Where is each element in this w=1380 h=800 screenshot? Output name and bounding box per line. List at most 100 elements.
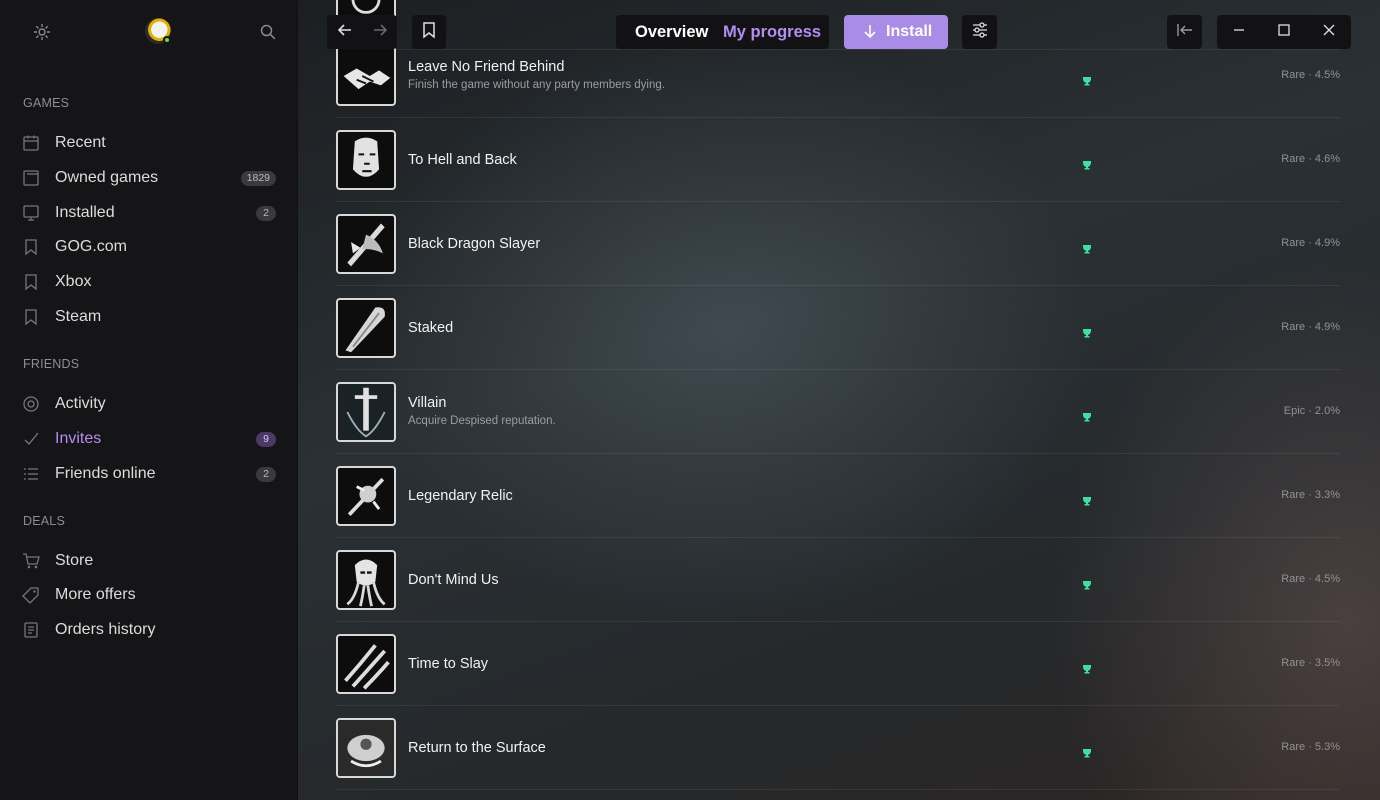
filter-settings-button[interactable]	[962, 15, 997, 49]
count-badge: 1829	[240, 171, 276, 186]
sidebar-item-label: Invites	[55, 430, 102, 447]
sidebar-item-label: Xbox	[55, 273, 92, 290]
sidebar-item-recent[interactable]: Recent	[0, 126, 298, 160]
game-tabs: Overview My progress	[616, 15, 829, 49]
handshake-icon	[336, 46, 396, 106]
achievement-row[interactable]: Villain Acquire Despised reputation. Epi…	[336, 370, 1340, 454]
count-badge: 2	[256, 206, 276, 221]
sidebar-item-label: Owned games	[55, 169, 159, 186]
trophy-icon	[1082, 325, 1092, 338]
achievement-row[interactable]: Staked Rare · 4.9%	[336, 286, 1340, 370]
collapse-panel-button[interactable]	[1167, 15, 1202, 49]
sidebar-item-activity[interactable]: Activity	[0, 387, 298, 421]
sidebar-item-label: More offers	[55, 586, 136, 603]
bookmark-icon	[420, 21, 438, 44]
target-icon	[22, 395, 40, 413]
count-badge: 2	[256, 467, 276, 482]
sidebar-item-installed[interactable]: Installed 2	[0, 196, 298, 230]
mindflayer-icon	[336, 550, 396, 610]
achievement-name: Don't Mind Us	[408, 572, 499, 588]
check-icon	[22, 430, 40, 448]
search-icon[interactable]	[258, 22, 278, 42]
section-title-friends: FRIENDS	[23, 357, 80, 371]
bookmark-button[interactable]	[412, 15, 446, 49]
dragon-icon	[336, 214, 396, 274]
history-nav	[327, 15, 397, 49]
trophy-icon	[1082, 157, 1092, 170]
maximize-icon	[1277, 23, 1291, 42]
forward-button[interactable]	[362, 15, 397, 49]
bookmark-group	[412, 15, 446, 49]
achievement-name: Time to Slay	[408, 656, 489, 672]
sidebar-item-label: Activity	[55, 395, 106, 412]
achievement-name: Return to the Surface	[408, 740, 546, 756]
download-icon	[862, 24, 878, 40]
achievement-row[interactable]: Legendary Relic Rare · 3.3%	[336, 454, 1340, 538]
sidebar-item-orders-history[interactable]: Orders history	[0, 613, 298, 647]
section-title-deals: DEALS	[23, 514, 65, 528]
achievement-rarity: Rare · 4.5%	[1281, 69, 1340, 81]
sword-icon	[336, 382, 396, 442]
achievement-row[interactable]: Time to Slay Rare · 3.5%	[336, 622, 1340, 706]
sidebar-item-label: Recent	[55, 134, 106, 151]
minimize-button[interactable]	[1217, 15, 1261, 49]
close-icon	[1322, 23, 1336, 42]
trophy-icon	[1082, 661, 1092, 674]
sidebar-item-friends-online[interactable]: Friends online 2	[0, 457, 298, 491]
achievement-name: Black Dragon Slayer	[408, 236, 541, 252]
achievement-name: To Hell and Back	[408, 152, 517, 168]
sidebar: GAMES Recent Owned games 1829 Installed …	[0, 0, 298, 800]
achievement-row[interactable]: Black Dragon Slayer Rare · 4.9%	[336, 202, 1340, 286]
install-button[interactable]: Install	[844, 15, 948, 49]
sidebar-item-xbox[interactable]: Xbox	[0, 265, 298, 299]
sidebar-item-store[interactable]: Store	[0, 544, 298, 578]
calendar-icon	[22, 134, 40, 152]
face-icon	[336, 130, 396, 190]
claw-icon	[336, 634, 396, 694]
close-button[interactable]	[1306, 15, 1351, 49]
achievement-rarity: Rare · 4.9%	[1281, 321, 1340, 333]
sidebar-item-label: Orders history	[55, 621, 156, 638]
achievement-row[interactable]: Don't Mind Us Rare · 4.5%	[336, 538, 1340, 622]
achievement-name: Staked	[408, 320, 454, 336]
trophy-icon	[1082, 241, 1092, 254]
gear-icon[interactable]	[32, 22, 52, 42]
list-icon	[22, 465, 40, 483]
achievements-panel: Leave No Friend Behind Finish the game w…	[298, 0, 1380, 800]
sidebar-item-owned-games[interactable]: Owned games 1829	[0, 161, 298, 195]
bookmark-icon	[22, 273, 40, 291]
sidebar-item-more-offers[interactable]: More offers	[0, 578, 298, 612]
trophy-icon	[1082, 409, 1092, 422]
back-button[interactable]	[327, 15, 362, 49]
count-badge: 9	[256, 432, 276, 447]
tab-my-progress[interactable]: My progress	[723, 23, 821, 42]
achievement-rarity: Rare · 4.5%	[1281, 573, 1340, 585]
sidebar-item-label: Store	[55, 552, 94, 569]
panel-toggle-group	[1167, 15, 1202, 49]
achievement-row[interactable]: Return to the Surface Rare · 5.3%	[336, 706, 1340, 790]
trophy-icon	[1082, 745, 1092, 758]
sidebar-item-label: Steam	[55, 308, 102, 325]
achievement-rarity: Rare · 3.3%	[1281, 489, 1340, 501]
sidebar-item-invites[interactable]: Invites 9	[0, 422, 298, 456]
receipt-icon	[22, 621, 40, 639]
achievement-name: Villain	[408, 395, 447, 411]
maximize-button[interactable]	[1261, 15, 1306, 49]
sidebar-item-label: GOG.com	[55, 238, 128, 255]
stake-icon	[336, 298, 396, 358]
surface-icon	[336, 718, 396, 778]
sidebar-item-steam[interactable]: Steam	[0, 300, 298, 334]
arrow-left-icon	[336, 21, 354, 44]
achievement-name: Legendary Relic	[408, 488, 513, 504]
achievement-row[interactable]: To Hell and Back Rare · 4.6%	[336, 118, 1340, 202]
settings-group	[962, 15, 997, 49]
window-controls	[1217, 15, 1351, 49]
sliders-icon	[971, 21, 989, 44]
install-label: Install	[886, 23, 933, 40]
tab-overview[interactable]: Overview	[635, 23, 708, 42]
achievement-description: Finish the game without any party member…	[408, 79, 665, 91]
sidebar-item-gog[interactable]: GOG.com	[0, 230, 298, 264]
collapse-left-icon	[1176, 21, 1194, 44]
relic-icon	[336, 466, 396, 526]
achievement-rarity: Rare · 5.3%	[1281, 741, 1340, 753]
